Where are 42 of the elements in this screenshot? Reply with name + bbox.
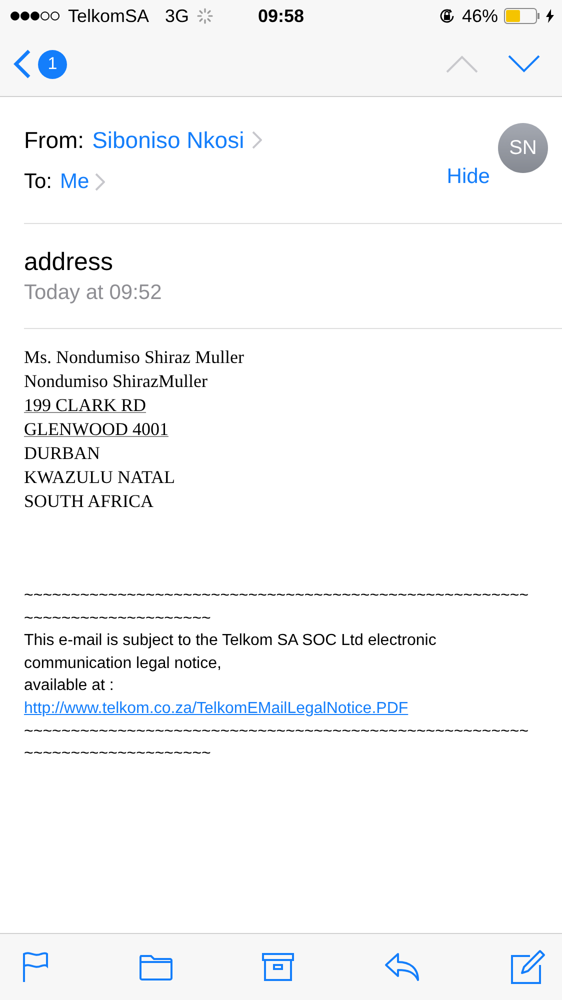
chevron-icon [252, 131, 262, 149]
address-line: DURBAN [24, 442, 100, 465]
tilde-rule: ~~~~~~~~~~~~~~~~~~~~~~~~~~~~~~~~~~~~~~~~~~~~~~~~~~~~~~ [24, 722, 529, 742]
sender-name[interactable]: Siboniso Nkosi [92, 126, 244, 154]
flag-icon[interactable] [22, 951, 50, 983]
address-line: 199 CLARK RD [24, 394, 146, 417]
unread-badge: 1 [38, 50, 67, 78]
compose-icon[interactable] [510, 949, 546, 985]
from-label: From: [24, 126, 84, 154]
avatar: SN [498, 123, 548, 173]
address-line: SOUTH AFRICA [24, 490, 154, 513]
notice-text: This e-mail is subject to the Telkom SA SOC Ltd electronic [24, 631, 436, 652]
activity-spinner-icon [197, 8, 214, 24]
rotation-lock-icon [438, 7, 456, 25]
address-line: Ms. Nondumiso Shiraz Muller [24, 346, 244, 369]
recipient-name[interactable]: Me [60, 170, 90, 194]
back-icon[interactable] [12, 49, 32, 79]
subject: address [24, 247, 114, 278]
hide-link[interactable]: Hide [446, 165, 490, 189]
carrier-name: TelkomSA [68, 6, 150, 26]
notice-text: communication legal notice, [24, 654, 222, 674]
tilde-rule: ~~~~~~~~~~~~~~~~~~~~ [24, 744, 211, 764]
address-line: KWAZULU NATAL [24, 466, 176, 489]
network-type: 3G [165, 6, 190, 26]
reply-icon[interactable] [384, 952, 422, 982]
tilde-rule: ~~~~~~~~~~~~~~~~~~~~~~~~~~~~~~~~~~~~~~~~~~~~~~~~~~~~~~ [24, 586, 529, 606]
next-message-icon[interactable] [508, 55, 540, 73]
charging-bolt-icon [546, 9, 554, 23]
folder-icon[interactable] [138, 953, 172, 981]
battery-icon [504, 8, 540, 24]
chevron-icon [95, 173, 106, 191]
battery-percent: 46% [462, 6, 498, 26]
date: Today at 09:52 [24, 280, 163, 306]
address-line: GLENWOOD 4001 [24, 418, 168, 441]
to-label: To: [24, 170, 52, 194]
legal-notice-link[interactable]: http://www.telkom.co.za/TelkomEMailLegalNotice.PDF [24, 700, 408, 717]
archive-box-icon[interactable] [261, 952, 295, 982]
address-line: Nondumiso ShirazMuller [24, 370, 208, 393]
tilde-rule: ~~~~~~~~~~~~~~~~~~~~ [24, 608, 211, 629]
signal-icon [10, 11, 60, 21]
clock: 09:58 [256, 6, 306, 26]
notice-text: available at : [24, 676, 114, 696]
